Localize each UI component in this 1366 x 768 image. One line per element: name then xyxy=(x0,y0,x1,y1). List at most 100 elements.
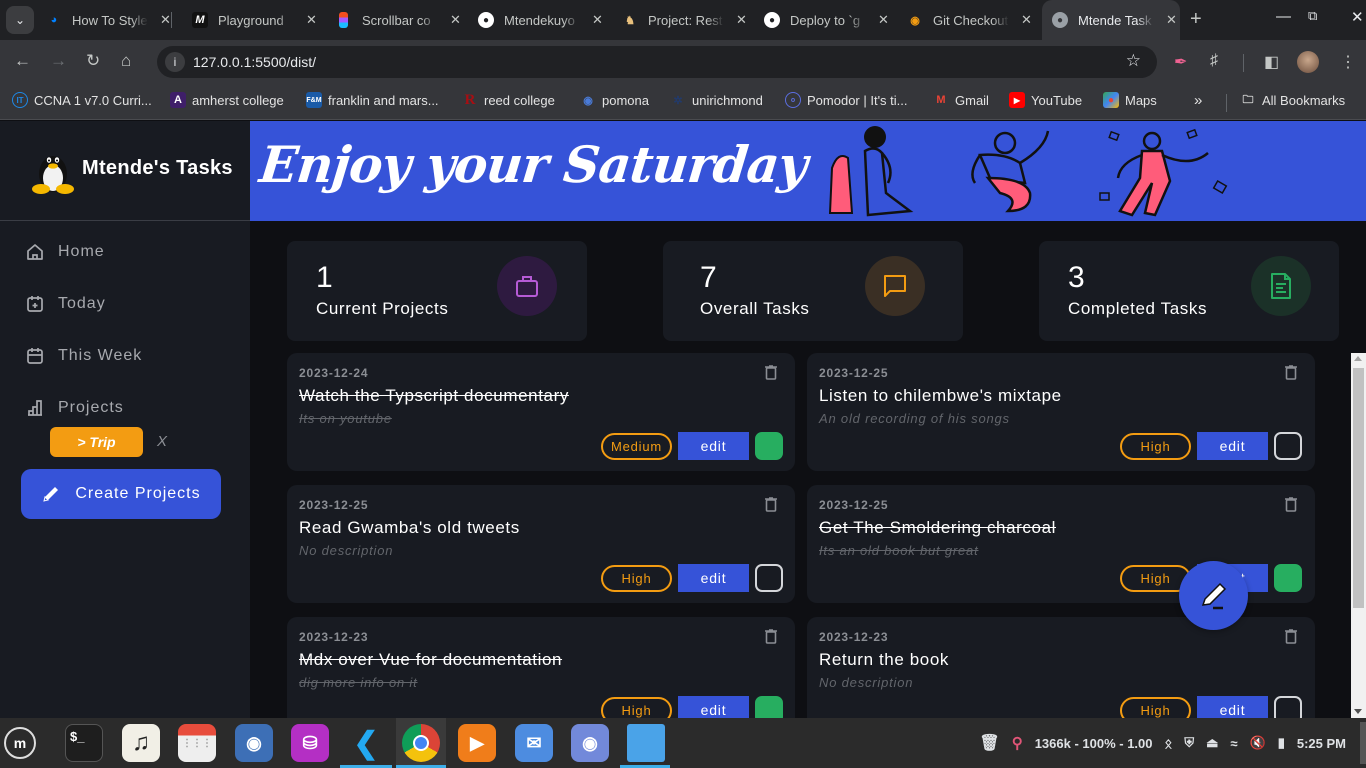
close-tab-icon[interactable]: ✕ xyxy=(736,12,747,28)
task-date: 2023-12-23 xyxy=(819,630,889,644)
discord-icon[interactable]: ◉ xyxy=(571,724,609,762)
wifi-icon[interactable]: ≈ xyxy=(1230,736,1237,751)
add-task-fab[interactable] xyxy=(1179,561,1248,630)
chrome-icon[interactable] xyxy=(402,724,440,762)
sidebar-item-projects[interactable]: Projects xyxy=(26,399,124,417)
browser-tab[interactable]: Scrollbar co ✕ xyxy=(336,0,461,40)
profile-avatar[interactable] xyxy=(1297,51,1319,73)
forward-button[interactable]: → xyxy=(50,51,67,71)
content-scrollbar[interactable] xyxy=(1351,353,1366,718)
mint-menu-icon[interactable]: m xyxy=(4,727,36,759)
url-text[interactable]: 127.0.0.1:5500/dist/ xyxy=(193,54,316,70)
complete-task-checkbox[interactable] xyxy=(1274,564,1302,592)
close-tab-icon[interactable]: ✕ xyxy=(878,12,889,28)
edit-task-button[interactable]: edit xyxy=(1197,696,1268,718)
bookmark-item[interactable]: M Gmail xyxy=(933,92,989,108)
browser-tab[interactable]: ♞ Project: Rest ✕ xyxy=(622,0,747,40)
scroll-up-arrow[interactable] xyxy=(1354,356,1362,361)
music-icon[interactable]: ♫ xyxy=(122,724,160,762)
extensions-icon[interactable]: ♯ xyxy=(1210,52,1218,70)
eject-icon[interactable]: ⏏ xyxy=(1206,735,1218,751)
sidebar-item-home[interactable]: Home xyxy=(26,243,105,261)
volume-muted-icon[interactable]: 🔇 xyxy=(1250,735,1266,751)
restore-button[interactable]: ⧉ xyxy=(1308,8,1317,24)
minimize-button[interactable]: — xyxy=(1276,8,1291,25)
files-icon[interactable] xyxy=(627,724,665,762)
trash-icon[interactable]: 🗑 xyxy=(979,733,999,753)
stat-value: 3 xyxy=(1068,261,1085,294)
close-tab-icon[interactable]: ✕ xyxy=(592,12,603,28)
browser-tab-active[interactable]: ● Mtende Task ✕ xyxy=(1042,0,1180,40)
scrollbar-thumb[interactable] xyxy=(1353,368,1364,608)
more-bookmarks-button[interactable]: » xyxy=(1194,92,1202,109)
bluetooth-icon[interactable]: ᛟ xyxy=(1165,736,1173,751)
bookmark-item[interactable]: ◉ pomona xyxy=(580,92,649,108)
scroll-down-arrow[interactable] xyxy=(1354,709,1362,714)
screenshot-icon[interactable]: ◉ xyxy=(235,724,273,762)
clock[interactable]: 5:25 PM xyxy=(1297,736,1346,751)
browser-tab[interactable]: ● Deploy to `g ✕ xyxy=(764,0,889,40)
edit-task-button[interactable]: edit xyxy=(1197,432,1268,460)
terminal-icon[interactable]: $_ xyxy=(65,724,103,762)
project-item-trip[interactable]: > Trip xyxy=(50,427,143,457)
bookmark-item[interactable]: ▶ YouTube xyxy=(1009,92,1082,108)
delete-task-button[interactable] xyxy=(1285,497,1297,517)
bookmark-item[interactable]: Rreed college xyxy=(462,92,555,108)
side-panel-icon[interactable]: ◧ xyxy=(1264,52,1279,72)
complete-task-checkbox[interactable] xyxy=(755,432,783,460)
delete-task-button[interactable] xyxy=(1285,629,1297,649)
browser-tab[interactable]: M Playground ✕ xyxy=(192,0,332,40)
bookmark-item[interactable]: IT CCNA 1 v7.0 Curri... xyxy=(12,92,152,108)
browser-tab[interactable]: ● Mtendekuyo ✕ xyxy=(478,0,603,40)
redshift-bulb-icon[interactable]: ⚲ xyxy=(1012,734,1023,752)
battery-icon[interactable]: ▮ xyxy=(1278,735,1285,751)
browser-tab[interactable]: ◉ Git Checkout ✕ xyxy=(907,0,1032,40)
create-projects-button[interactable]: Create Projects xyxy=(21,469,221,519)
complete-task-checkbox[interactable] xyxy=(1274,432,1302,460)
delete-task-button[interactable] xyxy=(765,497,777,517)
reload-button[interactable]: ↻ xyxy=(86,51,100,71)
new-tab-button[interactable]: + xyxy=(1190,8,1202,31)
sidebar-item-today[interactable]: Today xyxy=(26,295,106,313)
media-player-icon[interactable]: ▶ xyxy=(458,724,496,762)
edit-task-button[interactable]: edit xyxy=(678,696,749,718)
color-picker-extension-icon[interactable]: ✒ xyxy=(1174,52,1187,72)
edit-task-button[interactable]: edit xyxy=(678,432,749,460)
address-bar[interactable]: i 127.0.0.1:5500/dist/ ☆ xyxy=(157,46,1157,78)
back-button[interactable]: ← xyxy=(14,51,31,71)
menu-icon[interactable]: ⋮ xyxy=(1340,52,1356,72)
close-tab-icon[interactable]: ✕ xyxy=(1166,12,1177,28)
home-button[interactable]: ⌂ xyxy=(121,51,131,71)
complete-task-checkbox[interactable] xyxy=(1274,696,1302,718)
mail-icon[interactable]: ✉ xyxy=(515,724,553,762)
complete-task-checkbox[interactable] xyxy=(755,564,783,592)
close-tab-icon[interactable]: ✕ xyxy=(450,12,461,28)
close-tab-icon[interactable]: ✕ xyxy=(306,12,317,28)
delete-project-button[interactable]: X xyxy=(157,433,167,450)
bookmark-item[interactable]: ● Maps xyxy=(1103,92,1157,108)
bookmark-item[interactable]: o Pomodor | It's ti... xyxy=(785,92,908,108)
edit-task-button[interactable]: edit xyxy=(678,564,749,592)
task-date: 2023-12-23 xyxy=(299,630,369,644)
shield-icon[interactable]: ⛨ xyxy=(1184,735,1194,751)
bookmark-item[interactable]: ✲ unirichmond xyxy=(670,92,762,108)
tab-search-button[interactable]: ⌄ xyxy=(6,6,34,34)
all-bookmarks-button[interactable]: 🗀 All Bookmarks xyxy=(1240,92,1346,108)
complete-task-checkbox[interactable] xyxy=(755,696,783,718)
browser-tab[interactable]: ◕ How To Style ✕ xyxy=(46,0,172,40)
close-window-button[interactable]: ✕ xyxy=(1351,8,1364,26)
task-card: 2023-12-23 Return the book No description H… xyxy=(807,617,1315,718)
close-tab-icon[interactable]: ✕ xyxy=(160,12,171,28)
calendar-icon[interactable]: ⋮⋮⋮ xyxy=(178,724,216,762)
delete-task-button[interactable] xyxy=(765,365,777,385)
delete-task-button[interactable] xyxy=(1285,365,1297,385)
sidebar-item-this-week[interactable]: This Week xyxy=(26,347,142,365)
database-icon[interactable]: ⛁ xyxy=(291,724,329,762)
bookmark-item[interactable]: Aamherst college xyxy=(170,92,284,108)
delete-task-button[interactable] xyxy=(765,629,777,649)
close-tab-icon[interactable]: ✕ xyxy=(1021,12,1032,28)
vscode-icon[interactable]: ❮ xyxy=(347,724,385,762)
bookmark-star-icon[interactable]: ☆ xyxy=(1126,51,1141,71)
bookmark-item[interactable]: F&M franklin and mars... xyxy=(306,92,439,108)
site-info-icon[interactable]: i xyxy=(165,52,185,72)
